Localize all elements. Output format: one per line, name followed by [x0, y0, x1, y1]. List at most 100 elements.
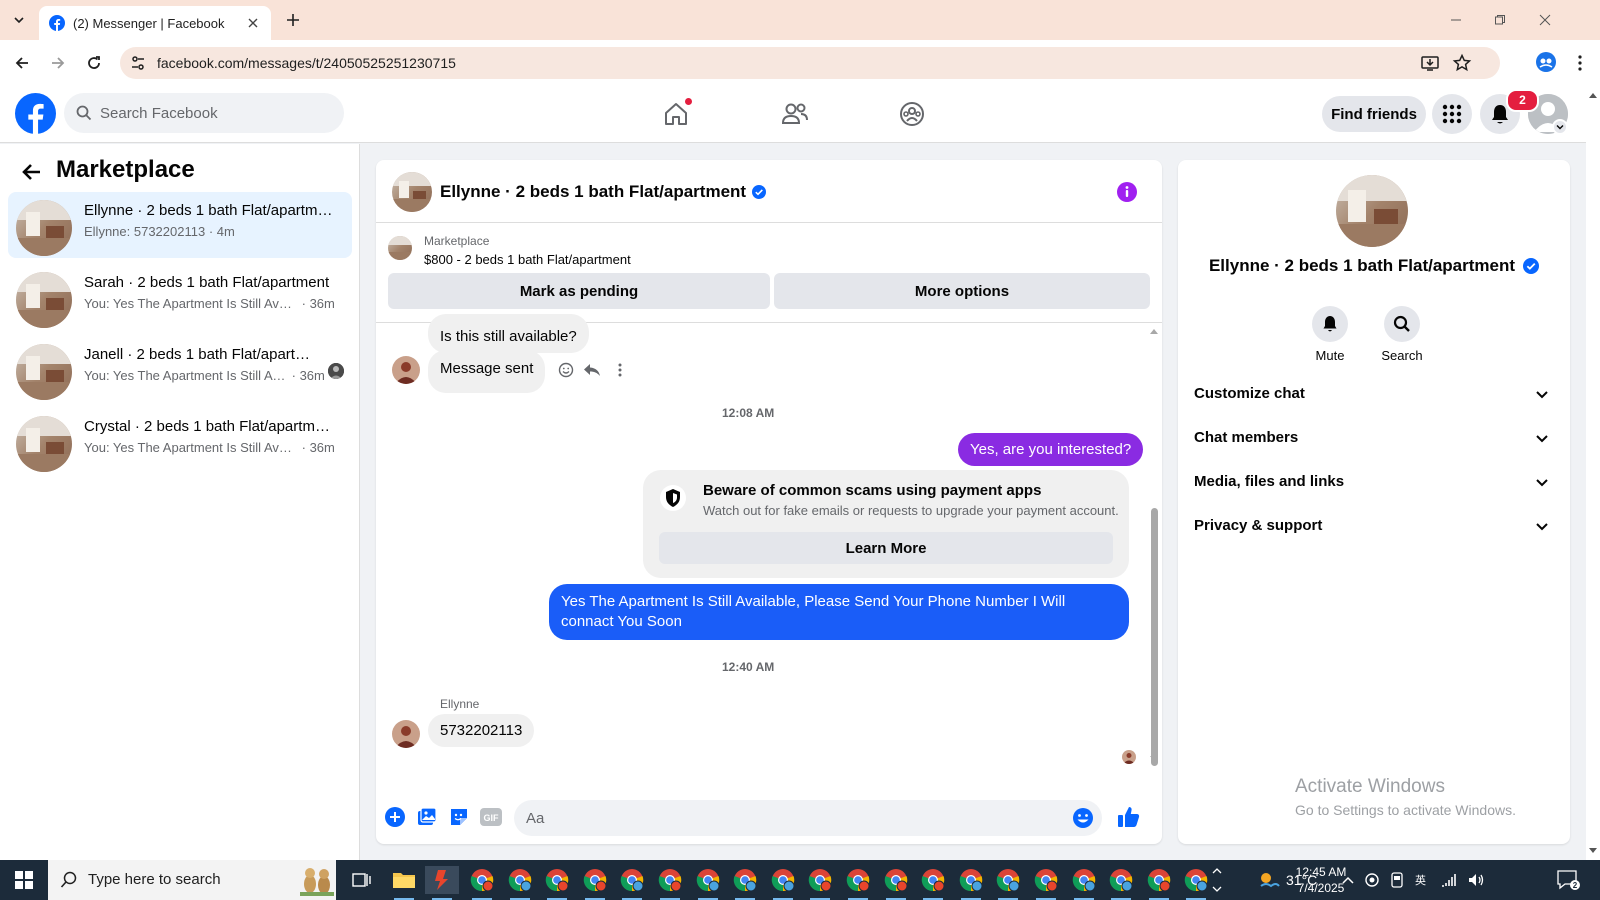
- sender-avatar[interactable]: [392, 356, 420, 384]
- plus-icon[interactable]: [384, 806, 406, 828]
- search-icon[interactable]: [1384, 306, 1420, 342]
- customize-chat-row[interactable]: Customize chat: [1190, 374, 1558, 414]
- message-input[interactable]: [526, 800, 1066, 836]
- media-files-links-row[interactable]: Media, files and links: [1190, 462, 1558, 502]
- conversation-item[interactable]: Crystal · 2 beds 1 bath Flat/apartment Y…: [8, 408, 352, 474]
- restore-icon[interactable]: [1490, 10, 1510, 30]
- profile-icon[interactable]: [1535, 51, 1557, 73]
- chrome-window-icon[interactable]: [1107, 866, 1135, 900]
- forward-icon[interactable]: [48, 53, 68, 73]
- taskbar-clock[interactable]: 12:45 AM 7/4/2025: [1276, 864, 1366, 896]
- chrome-window-icon[interactable]: [769, 866, 797, 900]
- chrome-window-icon[interactable]: [882, 866, 910, 900]
- page-scroll-up-icon[interactable]: [1589, 92, 1597, 98]
- reload-icon[interactable]: [84, 53, 104, 73]
- tray-chevron-icon[interactable]: [1212, 860, 1222, 900]
- conversation-item[interactable]: Ellynne · 2 beds 1 bath Flat/apartment E…: [8, 192, 352, 258]
- home-nav-icon[interactable]: [660, 98, 692, 130]
- friends-nav-icon[interactable]: [779, 98, 811, 130]
- chrome-window-icon[interactable]: [806, 866, 834, 900]
- chat-title[interactable]: Ellynne · 2 beds 1 bath Flat/apartment: [440, 182, 767, 202]
- back-arrow-icon[interactable]: [20, 160, 44, 184]
- gif-icon[interactable]: GIF: [480, 806, 502, 828]
- listing-thumbnail[interactable]: [388, 236, 412, 260]
- browser-menu-icon[interactable]: [1569, 52, 1591, 74]
- menu-grid-icon[interactable]: [1432, 94, 1472, 134]
- chrome-window-icon[interactable]: [618, 866, 646, 900]
- input-language-icon[interactable]: 英: [1414, 872, 1430, 888]
- facebook-search-input[interactable]: [100, 93, 330, 133]
- task-view-icon[interactable]: [348, 866, 376, 894]
- page-scrollbar[interactable]: [1586, 86, 1600, 860]
- taskbar-search[interactable]: Type here to search: [48, 860, 336, 900]
- find-friends-button[interactable]: Find friends: [1322, 96, 1426, 132]
- file-explorer-icon[interactable]: [390, 866, 418, 900]
- site-info-icon[interactable]: [128, 53, 148, 73]
- new-tab-icon[interactable]: [283, 10, 303, 30]
- more-actions-icon[interactable]: [610, 360, 630, 380]
- chat-avatar[interactable]: [392, 172, 432, 212]
- chrome-window-icon[interactable]: [468, 866, 496, 900]
- react-emoji-icon[interactable]: [556, 360, 576, 380]
- scroll-down-icon[interactable]: [1150, 756, 1158, 762]
- scroll-up-icon[interactable]: [1150, 328, 1158, 334]
- volume-icon[interactable]: [1468, 872, 1486, 888]
- bookmark-star-icon[interactable]: [1452, 53, 1472, 73]
- chrome-window-icon[interactable]: [994, 866, 1022, 900]
- mute-button[interactable]: Mute: [1295, 306, 1365, 363]
- chrome-window-icon[interactable]: [543, 866, 571, 900]
- meet-now-icon[interactable]: [1390, 872, 1404, 888]
- close-tab-icon[interactable]: [245, 15, 261, 31]
- chrome-window-icon[interactable]: [694, 866, 722, 900]
- thumbs-up-icon[interactable]: [1116, 804, 1142, 830]
- learn-more-button[interactable]: Learn More: [659, 532, 1113, 564]
- chrome-window-icon[interactable]: [1032, 866, 1060, 900]
- photo-icon[interactable]: [416, 806, 438, 828]
- svg-text:英: 英: [1415, 873, 1426, 887]
- back-icon[interactable]: [12, 53, 32, 73]
- sticker-icon[interactable]: [448, 806, 470, 828]
- conversation-item[interactable]: Janell · 2 beds 1 bath Flat/apartment Yo…: [8, 336, 352, 402]
- minimize-icon[interactable]: [1446, 10, 1466, 30]
- bell-icon[interactable]: [1312, 306, 1348, 342]
- chrome-window-icon[interactable]: [957, 866, 985, 900]
- network-wifi-icon[interactable]: [1440, 872, 1458, 888]
- more-options-button[interactable]: More options: [774, 273, 1150, 309]
- info-icon[interactable]: [1116, 181, 1138, 203]
- scrollbar-thumb[interactable]: [1151, 508, 1158, 766]
- page-scroll-down-icon[interactable]: [1589, 848, 1597, 854]
- install-app-icon[interactable]: [1420, 53, 1440, 73]
- search-in-chat-button[interactable]: Search: [1367, 306, 1437, 363]
- location-icon[interactable]: [1364, 872, 1380, 888]
- chat-members-row[interactable]: Chat members: [1190, 418, 1558, 458]
- sender-avatar[interactable]: [392, 720, 420, 748]
- notification-center-icon[interactable]: 2: [1556, 860, 1580, 900]
- pinned-app-icon[interactable]: [425, 866, 459, 900]
- browser-tab[interactable]: (2) Messenger | Facebook: [39, 6, 271, 40]
- chrome-window-icon[interactable]: [1070, 866, 1098, 900]
- listing-price-title[interactable]: $800 - 2 beds 1 bath Flat/apartment: [424, 252, 631, 267]
- chrome-window-icon[interactable]: [656, 866, 684, 900]
- emoji-icon[interactable]: [1072, 807, 1094, 829]
- facebook-search[interactable]: [64, 93, 344, 133]
- facebook-logo-icon[interactable]: [15, 93, 56, 134]
- windows-start-icon[interactable]: [0, 860, 48, 900]
- reply-icon[interactable]: [582, 360, 602, 380]
- chrome-window-icon[interactable]: [844, 866, 872, 900]
- conversation-item[interactable]: Sarah · 2 beds 1 bath Flat/apartment You…: [8, 264, 352, 330]
- chrome-window-icon[interactable]: [919, 866, 947, 900]
- chrome-window-icon[interactable]: [731, 866, 759, 900]
- chrome-window-icon[interactable]: [581, 866, 609, 900]
- close-window-icon[interactable]: [1535, 10, 1555, 30]
- mark-as-pending-button[interactable]: Mark as pending: [388, 273, 770, 309]
- chat-scrollbar[interactable]: [1148, 324, 1160, 790]
- address-bar[interactable]: facebook.com/messages/t/2405052525123071…: [120, 47, 1500, 79]
- chat-profile-avatar[interactable]: [1336, 175, 1408, 247]
- chrome-window-icon[interactable]: [1145, 866, 1173, 900]
- groups-nav-icon[interactable]: [896, 98, 928, 130]
- chrome-window-icon[interactable]: [506, 866, 534, 900]
- account-chevron-down-icon[interactable]: [1552, 119, 1568, 135]
- privacy-support-row[interactable]: Privacy & support: [1190, 506, 1558, 546]
- chrome-window-icon[interactable]: [1182, 866, 1210, 900]
- tab-search-icon[interactable]: [7, 8, 31, 32]
